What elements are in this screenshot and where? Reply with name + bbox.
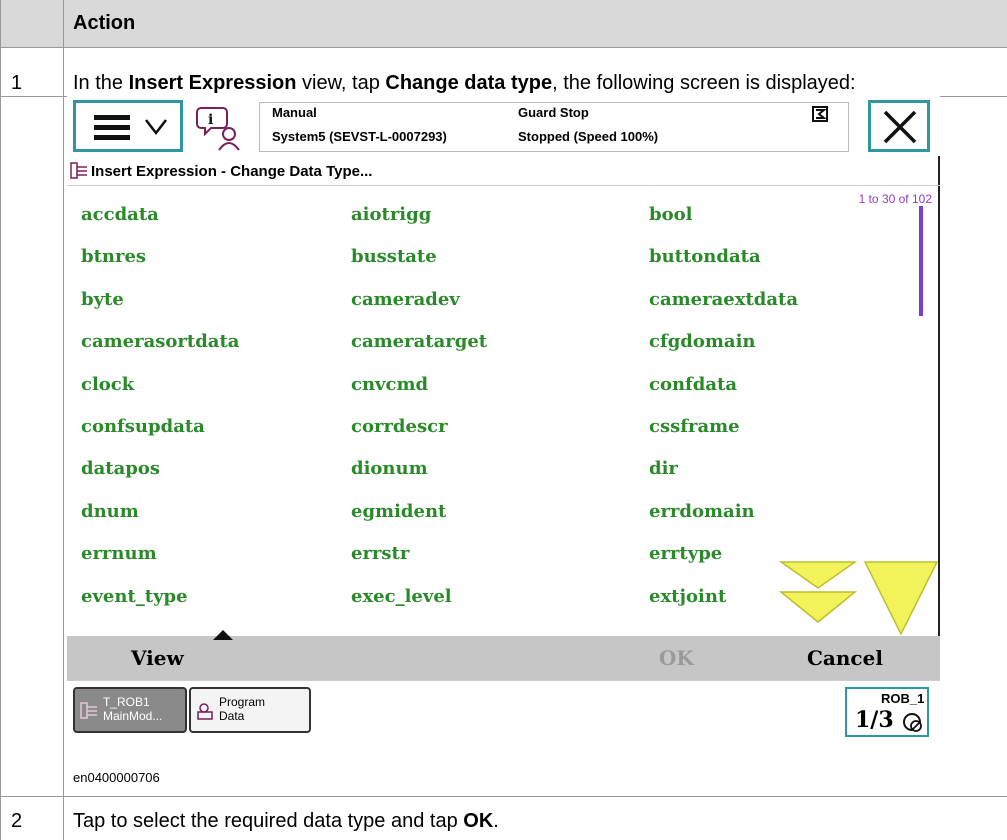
data-type-item[interactable]: dionum: [351, 458, 428, 479]
data-type-item[interactable]: errstr: [351, 543, 409, 564]
scroll-down-icon[interactable]: [863, 561, 939, 636]
speed-mode-icon: [812, 106, 828, 122]
data-type-item[interactable]: extjoint: [649, 586, 726, 607]
command-bar: View OK Cancel: [67, 630, 940, 680]
data-type-item[interactable]: cnvcmd: [351, 374, 428, 395]
close-button[interactable]: [868, 100, 930, 152]
scrollbar[interactable]: [919, 206, 923, 316]
data-type-item[interactable]: errnum: [81, 543, 157, 564]
data-type-item[interactable]: errtype: [649, 543, 722, 564]
data-type-item[interactable]: datapos: [81, 458, 160, 479]
event-log-icon[interactable]: i: [195, 104, 245, 152]
data-type-item[interactable]: corrdescr: [351, 416, 448, 437]
svg-text:i: i: [208, 112, 213, 128]
data-type-item[interactable]: dnum: [81, 501, 139, 522]
view-title: Insert Expression - Change Data Type...: [91, 163, 373, 180]
data-type-item[interactable]: errdomain: [649, 501, 755, 522]
task-program-data[interactable]: Program Data: [189, 687, 311, 733]
close-icon: [883, 110, 917, 144]
program-data-icon: [197, 703, 213, 720]
hamburger-icon: [94, 115, 130, 141]
increment-fraction: 1/3: [855, 707, 894, 733]
data-type-item[interactable]: dir: [649, 458, 678, 479]
view-button[interactable]: View: [131, 646, 184, 670]
data-type-item[interactable]: accdata: [81, 204, 159, 225]
task-label: Program Data: [219, 695, 266, 723]
step-1-text: In the Insert Expression view, tap Chang…: [73, 72, 856, 94]
data-type-item[interactable]: camerasortdata: [81, 331, 239, 352]
table-header-action: Action: [73, 12, 136, 34]
data-type-item[interactable]: exec_level: [351, 586, 452, 607]
data-type-item[interactable]: cameraextdata: [649, 289, 798, 310]
data-type-item[interactable]: cfgdomain: [649, 331, 756, 352]
data-type-item[interactable]: buttondata: [649, 246, 761, 267]
run-state: Stopped (Speed 100%): [518, 129, 659, 144]
data-type-item[interactable]: confdata: [649, 374, 737, 395]
data-type-item[interactable]: bool: [649, 204, 692, 225]
ok-button[interactable]: OK: [659, 646, 694, 670]
figure-id: en0400000706: [73, 770, 160, 785]
scroll-buttons: [779, 561, 939, 636]
data-type-item[interactable]: cameradev: [351, 289, 460, 310]
data-type-item[interactable]: byte: [81, 289, 124, 310]
column-divider: [63, 0, 64, 840]
program-editor-icon: [80, 702, 97, 719]
data-type-item[interactable]: btnres: [81, 246, 146, 267]
status-panel[interactable]: Manual System5 (SEVST-L-0007293) Guard S…: [259, 102, 849, 152]
data-type-item[interactable]: egmident: [351, 501, 446, 522]
cancel-button[interactable]: Cancel: [807, 646, 883, 670]
task-label: T_ROB1 MainMod...: [103, 695, 163, 723]
abb-menu-button[interactable]: [73, 100, 183, 152]
flexpendant-screen: i Manual System5 (SEVST-L-0007293) Guard…: [67, 96, 940, 746]
data-type-item[interactable]: aiotrigg: [351, 204, 431, 225]
row-divider: [1, 796, 1007, 797]
step-number: 1: [11, 72, 23, 94]
data-type-item[interactable]: cssframe: [649, 416, 740, 437]
operating-mode: Manual: [272, 105, 317, 120]
data-type-item[interactable]: confsupdata: [81, 416, 205, 437]
data-type-item[interactable]: cameratarget: [351, 331, 487, 352]
quickset-button[interactable]: ROB_1 1/3: [845, 687, 929, 737]
top-bar: i Manual System5 (SEVST-L-0007293) Guard…: [67, 96, 940, 156]
taskbar: T_ROB1 MainMod... Program Data ROB_1 1/3: [67, 680, 940, 746]
data-type-item[interactable]: event_type: [81, 586, 188, 607]
guard-status: Guard Stop: [518, 105, 589, 120]
list-counter: 1 to 30 of 102: [858, 192, 932, 206]
program-editor-icon: [70, 162, 87, 179]
data-type-item[interactable]: clock: [81, 374, 134, 395]
menu-arrow-up-icon: [213, 630, 233, 640]
mechanical-unit-label: ROB_1: [881, 691, 925, 706]
view-title-bar: Insert Expression - Change Data Type...: [67, 158, 940, 186]
chevron-down-icon: [145, 119, 167, 136]
data-type-item[interactable]: busstate: [351, 246, 437, 267]
system-name: System5 (SEVST-L-0007293): [272, 129, 447, 144]
page-down-icon[interactable]: [779, 561, 858, 623]
step-2-text: Tap to select the required data type and…: [73, 810, 499, 832]
task-program-editor[interactable]: T_ROB1 MainMod...: [73, 687, 187, 733]
jog-lock-icon: [903, 713, 922, 732]
table-header-row: Action: [1, 0, 1007, 48]
step-number: 2: [11, 810, 23, 832]
